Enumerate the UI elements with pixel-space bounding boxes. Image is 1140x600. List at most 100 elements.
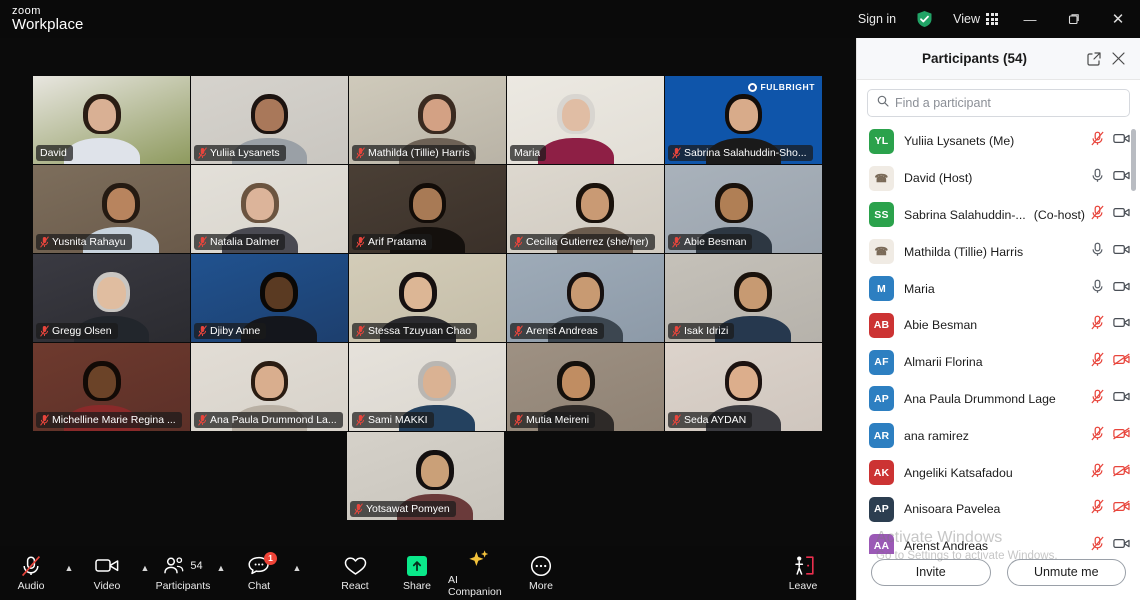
more-button[interactable]: More: [510, 546, 572, 600]
share-button[interactable]: Share: [386, 546, 448, 600]
shield-check-icon[interactable]: [916, 10, 933, 28]
video-tile[interactable]: Stessa Tzuyuan Chao: [349, 254, 506, 342]
tile-face: [255, 98, 284, 132]
participant-name-badge: Yuliia Lysanets: [194, 145, 286, 161]
participant-name-label: Seda AYDAN: [684, 414, 747, 426]
microphone-muted-icon: [1091, 463, 1104, 483]
video-tile[interactable]: Arenst Andreas: [507, 254, 664, 342]
participant-status-icons: [1091, 352, 1130, 372]
microphone-muted-icon: [1091, 315, 1104, 335]
participant-name-badge: Abie Besman: [668, 234, 753, 250]
ai-companion-button[interactable]: AI Companion: [448, 546, 510, 600]
chevron-up-icon-audio[interactable]: ▲: [62, 546, 76, 600]
participant-name: Arenst Andreas: [904, 539, 989, 554]
video-tile[interactable]: Natalia Dalmer: [191, 165, 348, 253]
video-tile[interactable]: Maria: [507, 76, 664, 164]
view-label: View: [953, 12, 980, 26]
sign-in-button[interactable]: Sign in: [848, 12, 906, 26]
close-icon[interactable]: [1106, 47, 1130, 71]
participant-status-icons: [1091, 463, 1130, 483]
camera-icon: [1113, 243, 1130, 261]
video-tile[interactable]: Cecilia Gutierrez (she/her): [507, 165, 664, 253]
video-tile[interactable]: Yusnita Rahayu: [33, 165, 190, 253]
participant-name-label: Yusnita Rahayu: [52, 236, 126, 248]
restore-icon[interactable]: [1052, 0, 1096, 38]
participant-name-label: Arif Pratama: [368, 236, 427, 248]
participant-row[interactable]: AP Ana Paula Drummond Lage: [857, 381, 1140, 418]
participant-row[interactable]: AA Arenst Andreas: [857, 528, 1140, 554]
participant-name-badge: Mutia Meireni: [510, 412, 596, 428]
unmute-me-button[interactable]: Unmute me: [1006, 558, 1126, 586]
participant-name-label: Stessa Tzuyuan Chao: [368, 325, 472, 337]
video-tile[interactable]: Mutia Meireni: [507, 343, 664, 431]
chat-button[interactable]: 1 Chat: [228, 546, 290, 600]
video-tile[interactable]: David: [33, 76, 190, 164]
tile-face: [738, 276, 768, 310]
title-bar-controls: Sign in View — ✕: [848, 0, 1140, 38]
participant-name-badge: Djiby Anne: [194, 323, 267, 339]
toolbar-group-leave: Leave: [772, 546, 834, 600]
camera-icon: [1113, 169, 1130, 187]
audio-button[interactable]: Audio: [0, 546, 62, 600]
invite-button[interactable]: Invite: [871, 558, 991, 586]
participant-row[interactable]: AB Abie Besman: [857, 307, 1140, 344]
chevron-up-icon-participants[interactable]: ▲: [214, 546, 228, 600]
participants-list[interactable]: YL Yuliia Lysanets (Me) ☎ David (Host) S…: [857, 123, 1140, 554]
video-tile[interactable]: Seda AYDAN: [665, 343, 822, 431]
participants-button[interactable]: 54 Participants: [152, 546, 214, 600]
leave-button[interactable]: Leave: [772, 546, 834, 600]
participant-row[interactable]: AR ana ramirez: [857, 417, 1140, 454]
tile-face: [87, 365, 117, 399]
video-tile[interactable]: Michelline Marie Regina ...: [33, 343, 190, 431]
video-button[interactable]: Video: [76, 546, 138, 600]
scrollbar-thumb[interactable]: [1131, 129, 1136, 191]
participant-row[interactable]: ☎ Mathilda (Tillie) Harris: [857, 233, 1140, 270]
video-tile[interactable]: Mathilda (Tillie) Harris: [349, 76, 506, 164]
participant-row[interactable]: ☎ David (Host): [857, 160, 1140, 197]
search-icon: [877, 94, 889, 112]
video-tile[interactable]: Gregg Olsen: [33, 254, 190, 342]
toolbar-group-video: Video ▲: [76, 546, 152, 600]
toolbar-group-more: More: [510, 546, 572, 600]
microphone-muted-icon: [356, 147, 365, 159]
video-tile[interactable]: Abie Besman: [665, 165, 822, 253]
participant-name-label: Abie Besman: [684, 236, 747, 248]
tile-face: [413, 187, 442, 221]
search-box[interactable]: [867, 89, 1130, 117]
microphone-muted-icon: [356, 325, 365, 337]
participant-row[interactable]: YL Yuliia Lysanets (Me): [857, 123, 1140, 160]
video-tile[interactable]: Sami MAKKI: [349, 343, 506, 431]
video-tile[interactable]: Yotsawat Pomyen: [347, 432, 504, 520]
popout-icon[interactable]: [1082, 47, 1106, 71]
participant-row[interactable]: SS Sabrina Salahuddin-... (Co-host): [857, 197, 1140, 234]
video-tile[interactable]: Yuliia Lysanets: [191, 76, 348, 164]
video-tile[interactable]: Ana Paula Drummond La...: [191, 343, 348, 431]
tile-face: [403, 276, 433, 310]
react-button[interactable]: React: [324, 546, 386, 600]
tile-face: [729, 98, 758, 132]
gallery-row: Michelline Marie Regina ... Ana Paula Dr…: [33, 343, 823, 431]
search-input[interactable]: [895, 96, 1120, 110]
video-tile[interactable]: Djiby Anne: [191, 254, 348, 342]
participants-search-wrap: [857, 80, 1140, 123]
participants-scrollbar[interactable]: [1131, 125, 1138, 543]
tile-face: [561, 365, 591, 399]
video-tile[interactable]: Arif Pratama: [349, 165, 506, 253]
video-tile[interactable]: Isak Idrizi: [665, 254, 822, 342]
microphone-muted-icon: [514, 414, 523, 426]
participant-row[interactable]: AF Almarii Florina: [857, 344, 1140, 381]
view-button[interactable]: View: [943, 12, 1008, 26]
participant-row[interactable]: AK Angeliki Katsafadou: [857, 454, 1140, 491]
close-icon[interactable]: ✕: [1096, 0, 1140, 38]
participant-name-badge: Natalia Dalmer: [194, 234, 286, 250]
avatar: AK: [869, 460, 894, 486]
participant-name: Sabrina Salahuddin-...: [904, 207, 1026, 222]
chevron-up-icon-video[interactable]: ▲: [138, 546, 152, 600]
participant-name-label: David: [40, 147, 67, 159]
chevron-up-icon-chat[interactable]: ▲: [290, 546, 304, 600]
video-tile[interactable]: FULBRIGHT Sabrina Salahuddin-Sho...: [665, 76, 822, 164]
participant-row[interactable]: AP Anisoara Pavelea: [857, 491, 1140, 528]
participant-row[interactable]: M Maria: [857, 270, 1140, 307]
minimize-icon[interactable]: —: [1008, 0, 1052, 38]
microphone-muted-icon: [672, 414, 681, 426]
